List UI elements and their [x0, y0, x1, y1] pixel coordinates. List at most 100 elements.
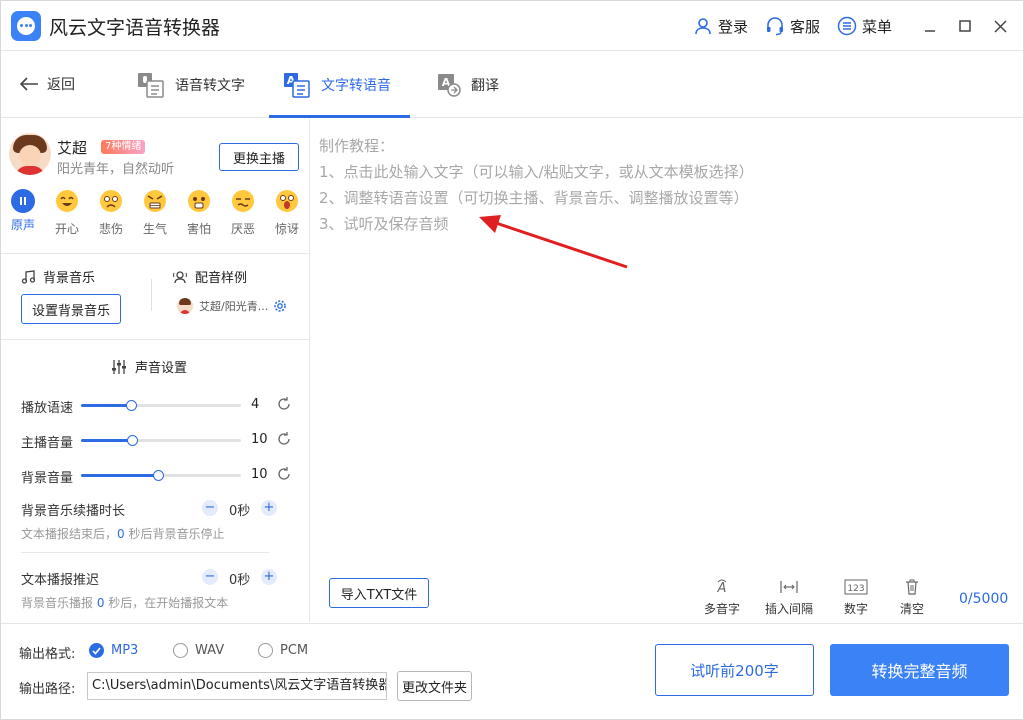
- number-tool[interactable]: 123 数字: [831, 578, 881, 617]
- editor-placeholder-line: 3、试听及保存音频: [319, 215, 449, 233]
- clear-tool[interactable]: 清空: [887, 578, 937, 617]
- emotion-surprise[interactable]: 惊讶: [269, 189, 305, 237]
- bg-music-text: 背景音乐: [43, 271, 96, 286]
- fearful-face-icon: [188, 190, 210, 212]
- slider-value: 4: [251, 397, 260, 412]
- emotion-disgust[interactable]: 厌恶: [225, 189, 261, 237]
- service-label: 客服: [790, 17, 821, 36]
- annotation-arrow-icon: [479, 215, 628, 269]
- emotion-happy[interactable]: 开心: [49, 189, 85, 237]
- insert-pause-tool[interactable]: 插入间隔: [764, 578, 814, 617]
- emotion-angry[interactable]: 生气: [137, 189, 173, 237]
- bg-duration-hint: 文本播报结束后，0 秒后背景音乐停止: [21, 527, 225, 541]
- close-icon: [993, 19, 1007, 33]
- output-path-field[interactable]: C:\Users\admin\Documents\风云文字语音转换器: [87, 672, 387, 700]
- slider-handle[interactable]: [127, 435, 139, 446]
- emotion-label: 悲伤: [98, 222, 123, 236]
- close-button[interactable]: [988, 14, 1012, 38]
- tool-label: 清空: [899, 602, 924, 616]
- minimize-button[interactable]: [918, 14, 942, 38]
- decrease-button[interactable]: −: [202, 569, 218, 585]
- bg-duration-label: 背景音乐续播时长: [21, 504, 126, 519]
- increase-button[interactable]: +: [261, 500, 277, 516]
- svg-text:123: 123: [847, 584, 864, 594]
- format-wav-radio[interactable]: WAV: [173, 643, 224, 658]
- text-editor[interactable]: 制作教程： 1、点击此处输入文字（可以输入/粘贴文字，或从文本模板选择） 2、调…: [311, 119, 1023, 622]
- change-folder-button[interactable]: 更改文件夹: [397, 671, 472, 701]
- tab-translate[interactable]: A 翻译: [437, 52, 499, 118]
- sample-selector[interactable]: 艾超/阳光青...: [177, 298, 287, 314]
- convert-button[interactable]: 转换完整音频: [830, 644, 1009, 696]
- tool-label: 多音字: [703, 602, 740, 616]
- emotion-sad[interactable]: 悲伤: [93, 189, 129, 237]
- customer-service-button[interactable]: 客服: [765, 14, 820, 38]
- bg-duration-value: 0秒: [229, 504, 251, 519]
- sound-settings-text: 声音设置: [135, 361, 188, 376]
- active-tab-indicator: [269, 115, 410, 118]
- maximize-icon: [959, 20, 971, 32]
- emotion-count-badge: 7种情绪: [101, 140, 146, 154]
- set-bg-music-button[interactable]: 设置背景音乐: [21, 294, 121, 324]
- text-to-speech-icon: A: [284, 73, 310, 98]
- slider-handle[interactable]: [125, 400, 137, 411]
- tab-label: 文字转语音: [321, 78, 391, 94]
- gear-icon[interactable]: [273, 299, 287, 313]
- tab-speech-to-text[interactable]: 语音转文字: [137, 52, 245, 118]
- speed-slider[interactable]: [81, 400, 241, 411]
- music-note-icon: [21, 269, 35, 284]
- speech-to-text-icon: [138, 73, 164, 98]
- avatar[interactable]: [9, 133, 51, 175]
- editor-placeholder-line: 1、点击此处输入文字（可以输入/粘贴文字，或从文本模板选择）: [319, 163, 754, 181]
- emotion-fear[interactable]: 害怕: [181, 189, 217, 237]
- format-pcm-radio[interactable]: PCM: [258, 643, 308, 658]
- slider-label: 主播音量: [21, 436, 74, 451]
- svg-text:A: A: [717, 581, 727, 596]
- back-button[interactable]: 返回: [19, 74, 75, 94]
- format-mp3-radio[interactable]: MP3: [89, 643, 138, 658]
- happy-face-icon: [56, 190, 78, 212]
- tab-label: 语音转文字: [175, 78, 245, 94]
- sample-avatar: [177, 298, 193, 314]
- bg-volume-slider[interactable]: [81, 470, 241, 481]
- emotion-label: 原声: [10, 218, 35, 232]
- emotion-original[interactable]: 原声: [5, 189, 41, 237]
- format-option-label: WAV: [195, 643, 225, 658]
- reset-icon[interactable]: [276, 431, 292, 447]
- slider-handle[interactable]: [152, 470, 164, 481]
- tab-text-to-speech[interactable]: A 文字转语音: [283, 52, 391, 118]
- polyphone-tool[interactable]: A 多音字: [697, 578, 747, 617]
- text-delay-label: 文本播报推迟: [21, 573, 100, 588]
- text-delay-row: 文本播报推迟 − 0秒 +: [21, 567, 296, 588]
- voice-volume-slider-row: 主播音量 10: [21, 430, 296, 451]
- reset-icon[interactable]: [276, 396, 292, 412]
- slider-value: 10: [251, 467, 268, 482]
- sample-value: 艾超/阳光青...: [199, 300, 269, 313]
- emotion-label: 害怕: [186, 222, 211, 236]
- tool-label: 插入间隔: [764, 602, 813, 616]
- login-button[interactable]: 登录: [693, 14, 748, 38]
- menu-button[interactable]: 菜单: [837, 14, 892, 38]
- slider-fill: [81, 404, 131, 407]
- section-divider: [21, 552, 269, 553]
- increase-button[interactable]: +: [261, 569, 277, 585]
- slider-fill: [81, 439, 133, 442]
- headset-icon: [767, 17, 783, 36]
- editor-placeholder-line: 制作教程：: [319, 137, 395, 155]
- slider-label: 背景音量: [21, 471, 74, 486]
- radio-circle-icon: [173, 643, 188, 658]
- import-txt-button[interactable]: 导入TXT文件: [329, 578, 429, 608]
- output-bar: 输出格式: MP3 WAV PCM 输出路径: C:\Users\admin\D…: [1, 623, 1023, 719]
- change-voice-button[interactable]: 更换主播: [219, 143, 299, 171]
- menu-label: 菜单: [862, 17, 893, 36]
- app-window: 风云文字语音转换器 登录 客服 菜单 返回 语音转文字 A 文字转语音 A 翻译…: [0, 0, 1024, 720]
- emotion-label: 厌恶: [230, 222, 255, 236]
- preview-button[interactable]: 试听前200字: [655, 644, 814, 696]
- maximize-button[interactable]: [953, 14, 977, 38]
- radio-circle-icon: [258, 643, 273, 658]
- slider-label: 播放语速: [21, 401, 74, 416]
- voice-volume-slider[interactable]: [81, 435, 241, 446]
- decrease-button[interactable]: −: [202, 500, 218, 516]
- translate-icon: A: [438, 74, 461, 97]
- reset-icon[interactable]: [276, 466, 292, 482]
- slider-value: 10: [251, 432, 268, 447]
